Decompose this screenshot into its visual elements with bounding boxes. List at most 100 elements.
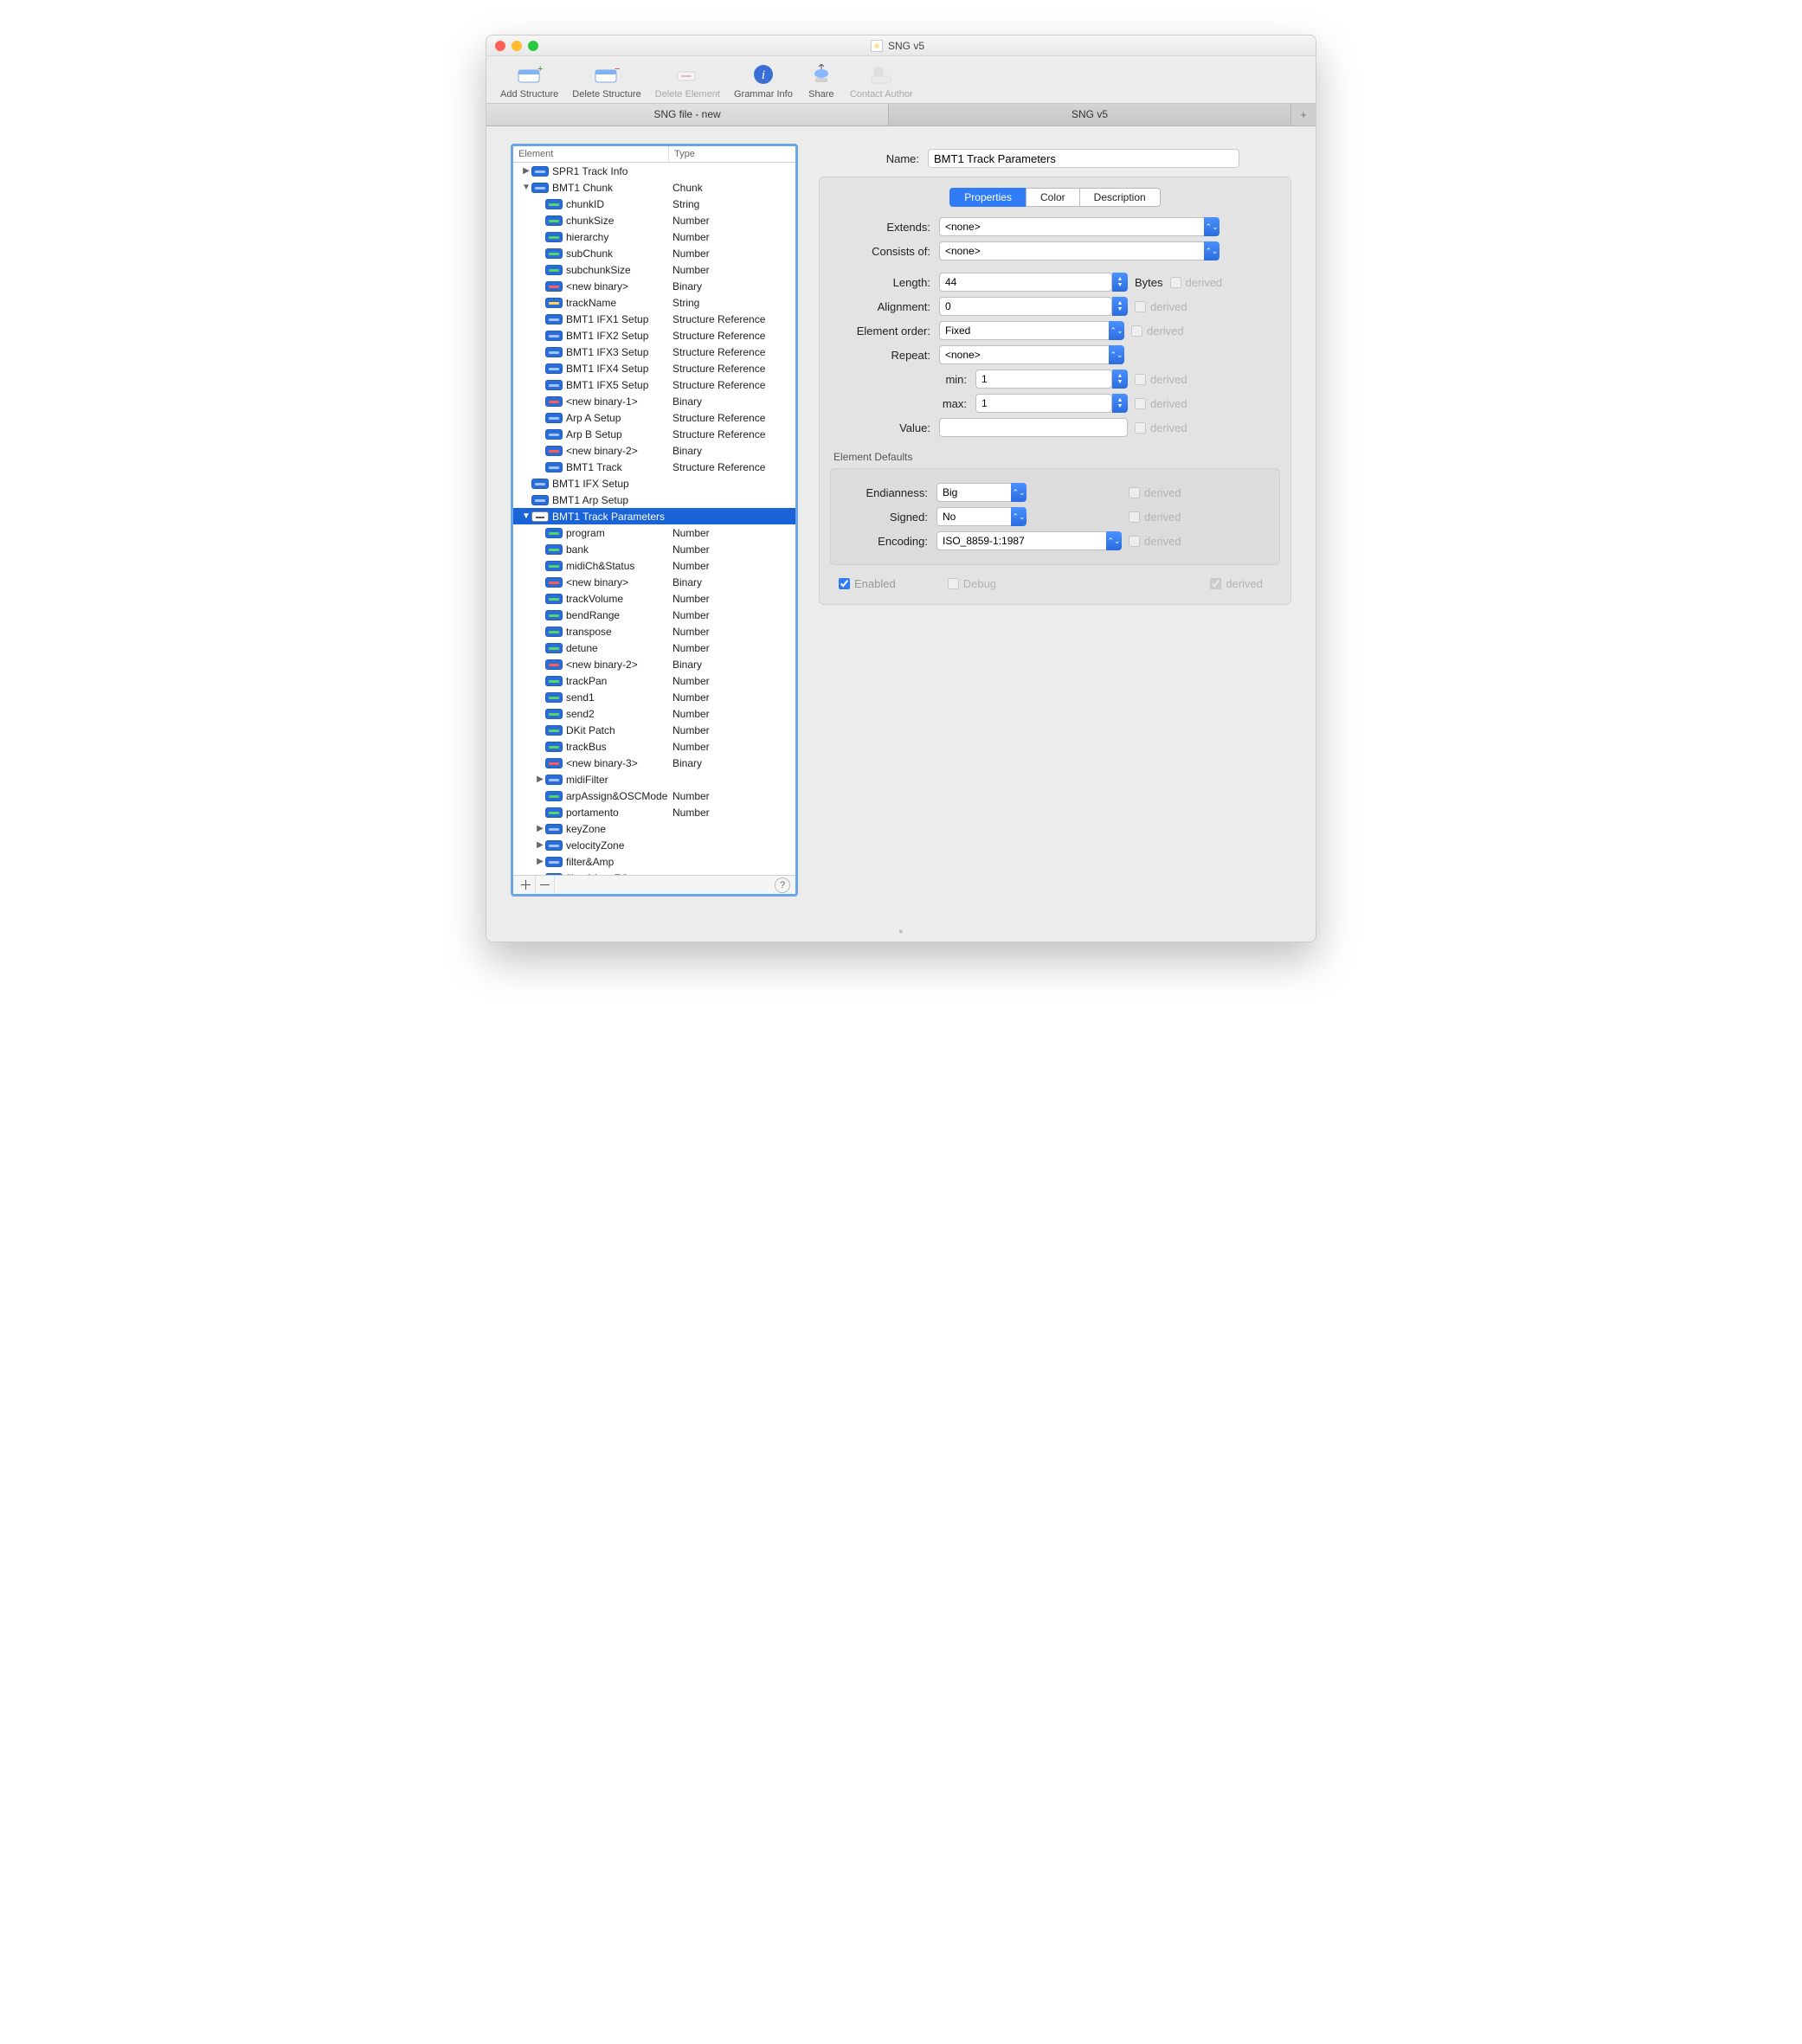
remove-button[interactable]: － xyxy=(536,877,555,894)
tree-row[interactable]: <new binary-2>Binary xyxy=(513,656,795,672)
tree-row[interactable]: BMT1 TrackStructure Reference xyxy=(513,459,795,475)
extends-select[interactable] xyxy=(939,217,1207,236)
order-derived-check[interactable]: derived xyxy=(1131,325,1184,337)
value-field[interactable] xyxy=(939,418,1128,437)
consists-select[interactable] xyxy=(939,241,1207,260)
stepper-icon[interactable]: ▲▼ xyxy=(1112,394,1128,413)
name-field[interactable] xyxy=(928,149,1239,168)
disclosure-open-icon[interactable]: ▼ xyxy=(522,183,531,192)
disclosure-closed-icon[interactable]: ▶ xyxy=(536,840,544,850)
tree-row[interactable]: transposeNumber xyxy=(513,623,795,640)
tree-row[interactable]: chunkIDString xyxy=(513,196,795,212)
add-button[interactable]: ＋ xyxy=(517,877,536,894)
tree-row[interactable]: ▶SPR1 Track Info xyxy=(513,163,795,179)
toolbar-delete-structure[interactable]: −Delete Structure xyxy=(567,61,646,101)
signed-select[interactable] xyxy=(936,507,1014,526)
tree-row[interactable]: ▶velocityZone xyxy=(513,837,795,853)
tree-row[interactable]: <new binary-1>Binary xyxy=(513,393,795,409)
repeat-select[interactable] xyxy=(939,345,1112,364)
new-tab-button[interactable]: + xyxy=(1291,104,1316,125)
length-derived-check[interactable]: derived xyxy=(1170,276,1223,289)
tree-row[interactable]: trackNameString xyxy=(513,294,795,311)
chevron-updown-icon[interactable]: ⌃⌄ xyxy=(1204,217,1220,236)
tree-row[interactable]: BMT1 IFX1 SetupStructure Reference xyxy=(513,311,795,327)
tree-row[interactable]: BMT1 Arp Setup xyxy=(513,492,795,508)
max-field[interactable] xyxy=(975,394,1112,413)
tab-properties[interactable]: Properties xyxy=(949,188,1026,207)
chevron-updown-icon[interactable]: ⌃⌄ xyxy=(1011,483,1026,502)
tree-row[interactable]: send1Number xyxy=(513,689,795,705)
disclosure-closed-icon[interactable]: ▶ xyxy=(536,824,544,833)
value-derived-check[interactable]: derived xyxy=(1135,421,1187,434)
signed-derived-check[interactable]: derived xyxy=(1129,511,1181,524)
chevron-updown-icon[interactable]: ⌃⌄ xyxy=(1106,531,1122,550)
toolbar-grammar-info[interactable]: iGrammar Info xyxy=(729,61,798,101)
endian-select[interactable] xyxy=(936,483,1014,502)
tree-row[interactable]: hierarchyNumber xyxy=(513,228,795,245)
encoding-select[interactable] xyxy=(936,531,1110,550)
tree-row[interactable]: midiCh&StatusNumber xyxy=(513,557,795,574)
tree-row[interactable]: portamentoNumber xyxy=(513,804,795,820)
disclosure-open-icon[interactable]: ▼ xyxy=(522,511,531,521)
tree-row[interactable]: subchunkSizeNumber xyxy=(513,261,795,278)
order-select[interactable] xyxy=(939,321,1112,340)
chevron-updown-icon[interactable]: ⌃⌄ xyxy=(1109,345,1124,364)
tree-row[interactable]: trackPanNumber xyxy=(513,672,795,689)
stepper-icon[interactable]: ▲▼ xyxy=(1112,297,1128,316)
tree-row[interactable]: <new binary>Binary xyxy=(513,574,795,590)
tree-row[interactable]: arpAssign&OSCModeNumber xyxy=(513,787,795,804)
zoom-icon[interactable] xyxy=(528,41,538,51)
tree-row[interactable]: <new binary>Binary xyxy=(513,278,795,294)
tree-row[interactable]: trackBusNumber xyxy=(513,738,795,755)
toolbar-add-structure[interactable]: +Add Structure xyxy=(495,61,563,101)
endian-derived-check[interactable]: derived xyxy=(1129,486,1181,499)
disclosure-closed-icon[interactable]: ▶ xyxy=(536,775,544,784)
disclosure-closed-icon[interactable]: ▶ xyxy=(536,857,544,866)
tree-row[interactable]: detuneNumber xyxy=(513,640,795,656)
tab-sng-file-new[interactable]: SNG file - new xyxy=(486,104,889,125)
global-derived-check[interactable]: derived xyxy=(1210,577,1263,590)
tree-row[interactable]: send2Number xyxy=(513,705,795,722)
stepper-icon[interactable]: ▲▼ xyxy=(1112,273,1128,292)
tab-color[interactable]: Color xyxy=(1026,188,1080,207)
length-field[interactable] xyxy=(939,273,1112,292)
tree-row[interactable]: ▼BMT1 Track Parameters xyxy=(513,508,795,524)
min-field[interactable] xyxy=(975,370,1112,389)
resize-grip[interactable]: ● xyxy=(486,921,1316,942)
tree-body[interactable]: ▶SPR1 Track Info▼BMT1 ChunkChunkchunkIDS… xyxy=(513,163,795,875)
tree-row[interactable]: BMT1 IFX4 SetupStructure Reference xyxy=(513,360,795,376)
tree-row[interactable]: BMT1 IFX5 SetupStructure Reference xyxy=(513,376,795,393)
tree-row[interactable]: subChunkNumber xyxy=(513,245,795,261)
enabled-check[interactable]: Enabled xyxy=(839,577,896,590)
encoding-derived-check[interactable]: derived xyxy=(1129,535,1181,548)
tree-row[interactable]: BMT1 IFX2 SetupStructure Reference xyxy=(513,327,795,344)
tree-row[interactable]: BMT1 IFX Setup xyxy=(513,475,795,492)
tree-row[interactable]: bankNumber xyxy=(513,541,795,557)
debug-check[interactable]: Debug xyxy=(948,577,996,590)
chevron-updown-icon[interactable]: ⌃⌄ xyxy=(1204,241,1220,260)
tree-header-element[interactable]: Element xyxy=(513,146,669,162)
minimize-icon[interactable] xyxy=(512,41,522,51)
tree-row[interactable]: <new binary-3>Binary xyxy=(513,755,795,771)
disclosure-closed-icon[interactable]: ▶ xyxy=(522,166,531,176)
tree-row[interactable]: ▼BMT1 ChunkChunk xyxy=(513,179,795,196)
min-derived-check[interactable]: derived xyxy=(1135,373,1187,386)
chevron-updown-icon[interactable]: ⌃⌄ xyxy=(1109,321,1124,340)
close-icon[interactable] xyxy=(495,41,505,51)
tab-sng-v5[interactable]: SNG v5 xyxy=(889,104,1291,125)
chevron-updown-icon[interactable]: ⌃⌄ xyxy=(1011,507,1026,526)
tree-row[interactable]: ▶keyZone xyxy=(513,820,795,837)
max-derived-check[interactable]: derived xyxy=(1135,397,1187,410)
help-button[interactable]: ? xyxy=(775,877,790,893)
tree-row[interactable]: bendRangeNumber xyxy=(513,607,795,623)
toolbar-share[interactable]: Share xyxy=(801,61,841,101)
tree-row[interactable]: ▶filter&Amp xyxy=(513,853,795,870)
tree-row[interactable]: ▶midiFilter xyxy=(513,771,795,787)
tree-row[interactable]: Arp A SetupStructure Reference xyxy=(513,409,795,426)
tree-row[interactable]: DKit PatchNumber xyxy=(513,722,795,738)
tree-row[interactable]: Arp B SetupStructure Reference xyxy=(513,426,795,442)
tree-row[interactable]: trackVolumeNumber xyxy=(513,590,795,607)
alignment-derived-check[interactable]: derived xyxy=(1135,300,1187,313)
tree-row[interactable]: chunkSizeNumber xyxy=(513,212,795,228)
tab-description[interactable]: Description xyxy=(1080,188,1161,207)
